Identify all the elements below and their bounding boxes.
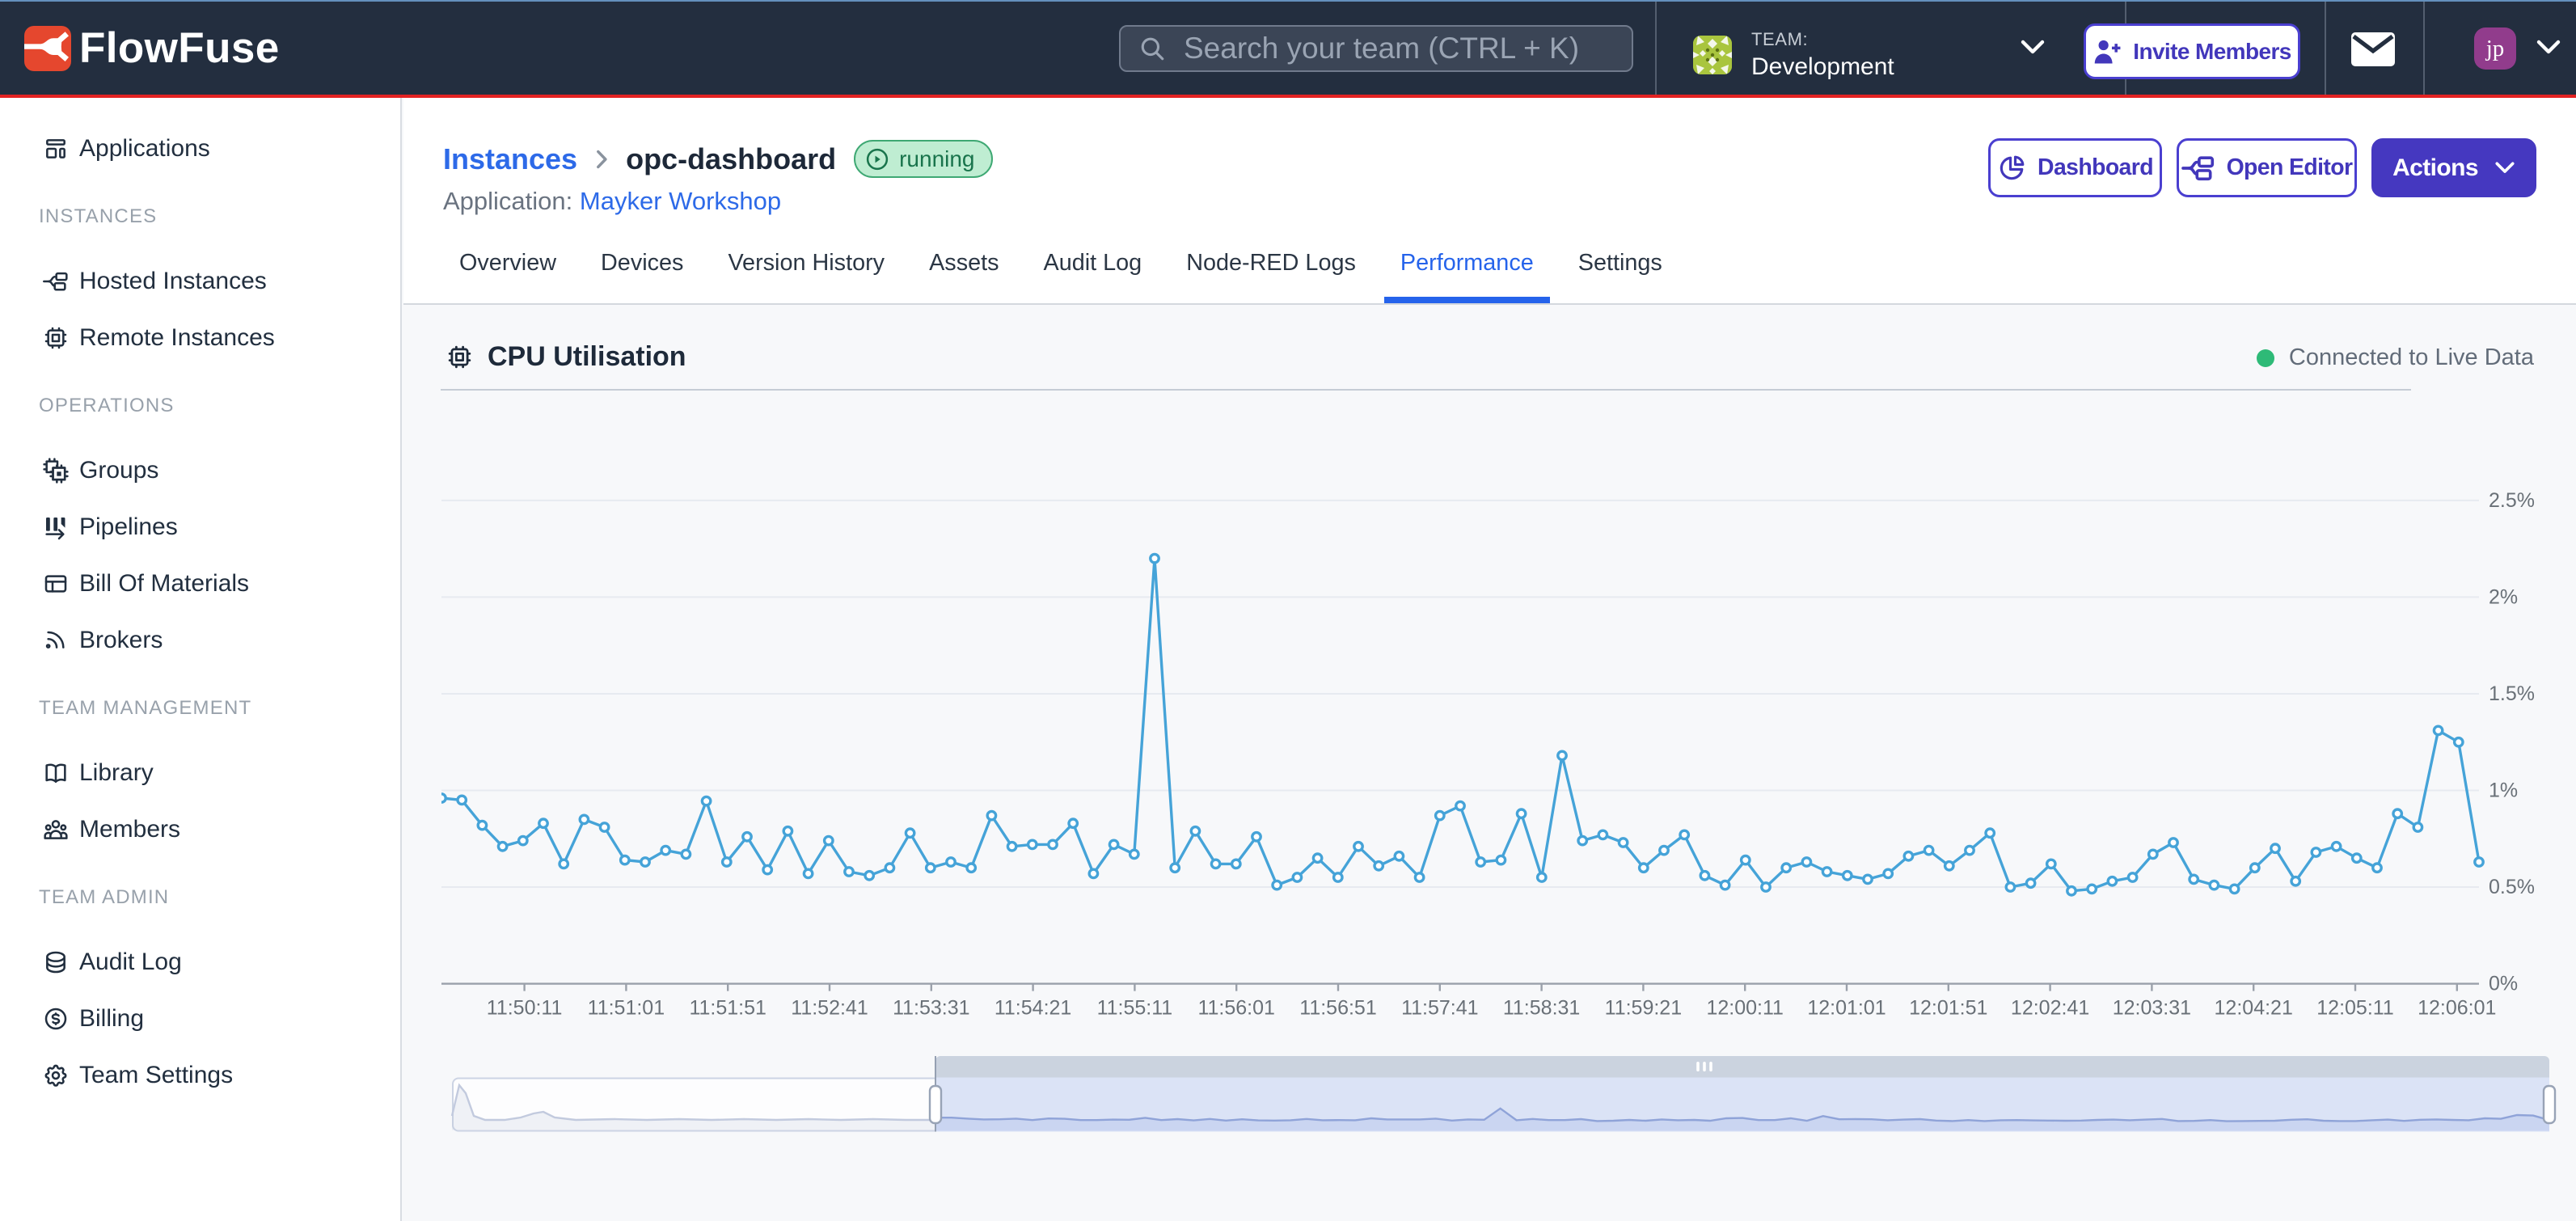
svg-text:12:04:21: 12:04:21 bbox=[2215, 997, 2293, 1020]
svg-text:11:52:41: 11:52:41 bbox=[791, 997, 868, 1020]
svg-text:11:55:11: 11:55:11 bbox=[1097, 997, 1173, 1020]
svg-text:2.5%: 2.5% bbox=[2489, 489, 2535, 512]
svg-text:11:54:21: 11:54:21 bbox=[995, 997, 1071, 1020]
svg-text:12:02:41: 12:02:41 bbox=[2011, 997, 2089, 1020]
svg-text:11:56:51: 11:56:51 bbox=[1299, 997, 1376, 1020]
svg-text:12:05:11: 12:05:11 bbox=[2316, 997, 2393, 1020]
svg-text:11:50:11: 11:50:11 bbox=[487, 997, 563, 1020]
svg-text:2%: 2% bbox=[2489, 585, 2518, 608]
svg-text:1%: 1% bbox=[2489, 779, 2518, 802]
svg-text:11:59:21: 11:59:21 bbox=[1605, 997, 1682, 1020]
svg-text:12:01:51: 12:01:51 bbox=[1909, 997, 1987, 1020]
svg-text:11:53:31: 11:53:31 bbox=[893, 997, 969, 1020]
svg-text:11:51:01: 11:51:01 bbox=[588, 997, 665, 1020]
svg-text:12:00:11: 12:00:11 bbox=[1706, 997, 1783, 1020]
svg-text:1.5%: 1.5% bbox=[2489, 682, 2535, 705]
svg-text:0%: 0% bbox=[2489, 973, 2518, 995]
svg-text:12:03:31: 12:03:31 bbox=[2113, 997, 2191, 1020]
svg-text:12:06:01: 12:06:01 bbox=[2418, 997, 2496, 1020]
svg-text:11:51:51: 11:51:51 bbox=[689, 997, 766, 1020]
svg-text:11:56:01: 11:56:01 bbox=[1197, 997, 1274, 1020]
svg-text:0.5%: 0.5% bbox=[2489, 876, 2535, 898]
svg-text:11:58:31: 11:58:31 bbox=[1503, 997, 1580, 1020]
svg-text:12:01:01: 12:01:01 bbox=[1807, 997, 1886, 1020]
svg-text:11:57:41: 11:57:41 bbox=[1401, 997, 1478, 1020]
